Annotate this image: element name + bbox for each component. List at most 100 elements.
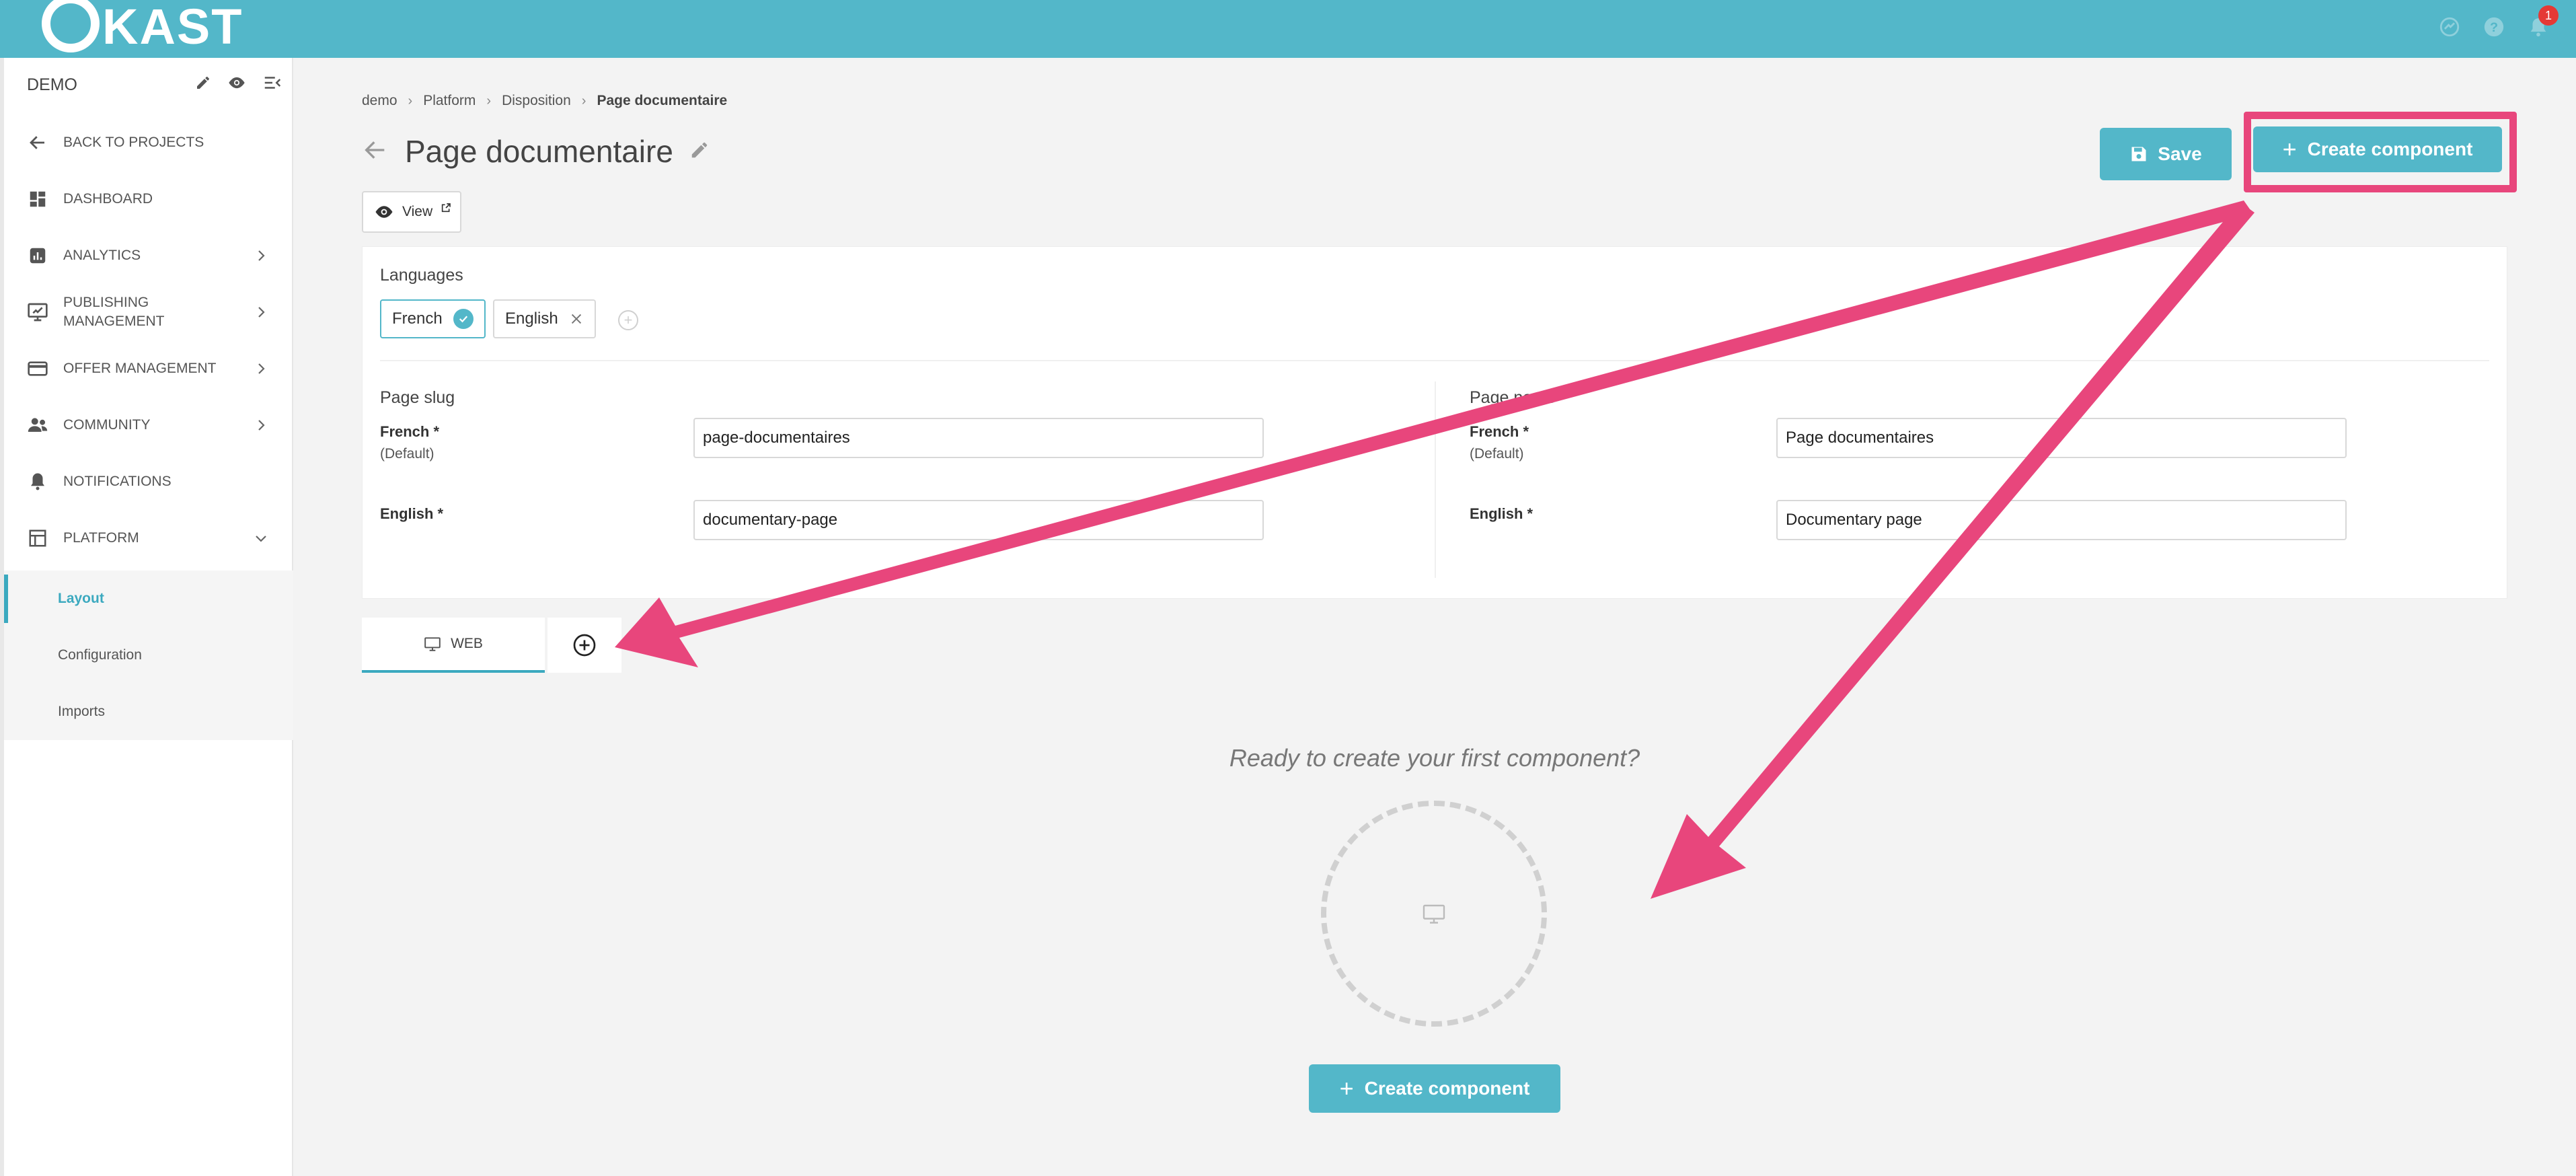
project-name: DEMO — [27, 75, 77, 94]
chip-label: French — [392, 309, 443, 328]
page-title: Page documentaire — [405, 134, 673, 169]
chevron-right-icon: › — [408, 93, 413, 108]
name-french-label: French * — [1470, 423, 1529, 440]
svg-text:?: ? — [2490, 20, 2498, 35]
sidebar-item-community[interactable]: COMMUNITY — [4, 397, 293, 453]
name-french-default-label: (Default) — [1470, 446, 1524, 462]
slug-french-input[interactable] — [693, 418, 1264, 458]
eye-icon — [375, 206, 393, 218]
main-content: demo › Platform › Disposition › Page doc… — [293, 58, 2576, 1176]
page-name-label: Page name — [1470, 388, 1556, 407]
slug-french-label: French * — [380, 423, 440, 440]
preview-eye-icon[interactable] — [227, 73, 246, 96]
help-icon[interactable]: ? — [2480, 13, 2507, 40]
sidebar-item-label: BACK TO PROJECTS — [63, 135, 204, 150]
chevron-right-icon — [258, 420, 265, 431]
tab-web-label: WEB — [451, 636, 483, 651]
slug-french-default-label: (Default) — [380, 446, 434, 462]
chevron-right-icon — [258, 363, 265, 374]
edit-title-icon[interactable] — [689, 140, 710, 163]
sidebar-item-back-to-projects[interactable]: BACK TO PROJECTS — [4, 114, 293, 171]
logo-o-mark — [42, 0, 100, 52]
sidebar-subitem-layout[interactable]: Layout — [4, 571, 293, 627]
create-component-button-bottom[interactable]: + Create component — [1309, 1064, 1560, 1113]
sidebar-item-notifications[interactable]: NOTIFICATIONS — [4, 453, 293, 510]
breadcrumb-item[interactable]: Disposition — [502, 93, 571, 109]
settings-icon[interactable] — [2436, 13, 2463, 40]
credit-card-icon — [24, 355, 51, 382]
chevron-right-icon: › — [486, 93, 492, 108]
external-link-icon — [441, 203, 451, 213]
chevron-right-icon — [258, 307, 265, 318]
chevron-right-icon: › — [581, 93, 586, 108]
divider — [1435, 381, 1436, 578]
slug-english-label: English * — [380, 505, 444, 522]
okast-logo[interactable]: KAST — [42, 0, 243, 58]
sidebar-item-label: PUBLISHING MANAGEMENT — [63, 295, 165, 329]
publishing-monitor-icon — [24, 299, 51, 326]
view-button[interactable]: View — [362, 191, 461, 233]
sidebar-item-analytics[interactable]: ANALYTICS — [4, 227, 293, 284]
chevron-down-icon — [256, 536, 266, 542]
slug-english-input[interactable] — [693, 500, 1264, 540]
empty-state-text: Ready to create your first component? — [1229, 744, 1640, 772]
save-button[interactable]: Save — [2100, 128, 2232, 180]
top-bar: KAST ? 1 — [0, 0, 2576, 58]
sidebar: DEMO BACK TO PROJECTS DASHBOARD ANALYTIC… — [0, 58, 293, 1176]
platform-submenu: Layout Configuration Imports — [4, 571, 293, 740]
breadcrumb: demo › Platform › Disposition › Page doc… — [362, 93, 727, 109]
dashboard-icon — [24, 186, 51, 213]
sidebar-subitem-configuration[interactable]: Configuration — [4, 627, 293, 684]
name-french-input[interactable] — [1776, 418, 2347, 458]
notification-badge: 1 — [2538, 5, 2559, 26]
breadcrumb-current: Page documentaire — [597, 93, 728, 108]
add-language-icon[interactable]: + — [618, 310, 638, 330]
collapse-menu-icon[interactable] — [262, 73, 282, 96]
languages-label: Languages — [380, 266, 463, 285]
chip-label: English — [505, 309, 558, 328]
view-label: View — [402, 204, 433, 219]
edit-project-icon[interactable] — [195, 75, 211, 94]
language-chip-english[interactable]: English — [493, 299, 596, 338]
name-english-input[interactable] — [1776, 500, 2347, 540]
bell-icon — [24, 468, 51, 495]
annotation-highlight-box — [2244, 112, 2517, 192]
name-english-label: English * — [1470, 505, 1533, 522]
add-circle-icon — [573, 634, 596, 657]
close-icon[interactable] — [569, 311, 584, 326]
check-circle-icon — [453, 309, 473, 329]
monitor-icon — [424, 637, 441, 651]
sidebar-item-label: DASHBOARD — [63, 191, 153, 207]
add-tab-button[interactable] — [547, 618, 621, 673]
floppy-disk-icon — [2131, 147, 2146, 161]
sidebar-item-platform[interactable]: PLATFORM — [4, 510, 293, 566]
sidebar-item-offer-management[interactable]: OFFER MANAGEMENT — [4, 340, 293, 397]
sidebar-item-label: PLATFORM — [63, 530, 139, 546]
page-settings-card: Languages French English + Page slug Fre… — [362, 246, 2507, 599]
sidebar-item-label: ANALYTICS — [63, 248, 141, 263]
sidebar-subitem-imports[interactable]: Imports — [4, 684, 293, 740]
breadcrumb-item[interactable]: Platform — [423, 93, 476, 109]
save-label: Save — [2158, 143, 2202, 164]
back-arrow-icon[interactable] — [362, 137, 389, 167]
divider — [380, 360, 2489, 361]
analytics-icon — [24, 242, 51, 269]
sidebar-item-label: OFFER MANAGEMENT — [63, 361, 217, 376]
monitor-icon — [1423, 904, 1445, 924]
sidebar-item-label: NOTIFICATIONS — [63, 474, 172, 489]
platform-layout-icon — [24, 525, 51, 552]
empty-state-placeholder — [1321, 801, 1547, 1027]
plus-icon: + — [1339, 1074, 1354, 1102]
breadcrumb-item[interactable]: demo — [362, 93, 397, 109]
create-component-label: Create component — [1364, 1078, 1530, 1099]
sidebar-item-publishing-management[interactable]: PUBLISHING MANAGEMENT — [4, 284, 293, 340]
people-icon — [24, 412, 51, 439]
language-chip-french[interactable]: French — [380, 299, 486, 338]
tab-web[interactable]: WEB — [362, 618, 545, 673]
chevron-right-icon — [258, 250, 265, 261]
sidebar-item-label: COMMUNITY — [63, 417, 151, 433]
notifications-bell-icon[interactable]: 1 — [2525, 5, 2559, 40]
sidebar-item-dashboard[interactable]: DASHBOARD — [4, 171, 293, 227]
platform-tabs: WEB — [362, 618, 621, 673]
logo-text: KAST — [102, 0, 243, 54]
